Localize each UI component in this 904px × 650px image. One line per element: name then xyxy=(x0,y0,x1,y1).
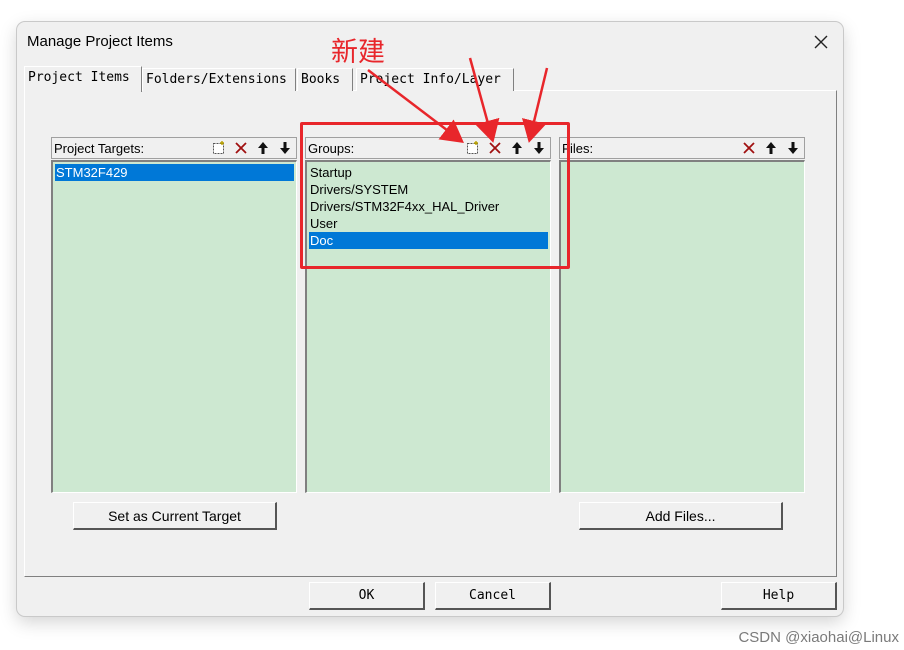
arrow-to-delete xyxy=(468,57,500,143)
tab-project-items[interactable]: Project Items xyxy=(24,66,142,92)
arrow-to-move xyxy=(521,67,549,143)
arrow-to-new xyxy=(367,69,464,144)
watermark: CSDN @xiaohai@Linux xyxy=(738,629,899,646)
annotation-arrows xyxy=(367,57,549,144)
